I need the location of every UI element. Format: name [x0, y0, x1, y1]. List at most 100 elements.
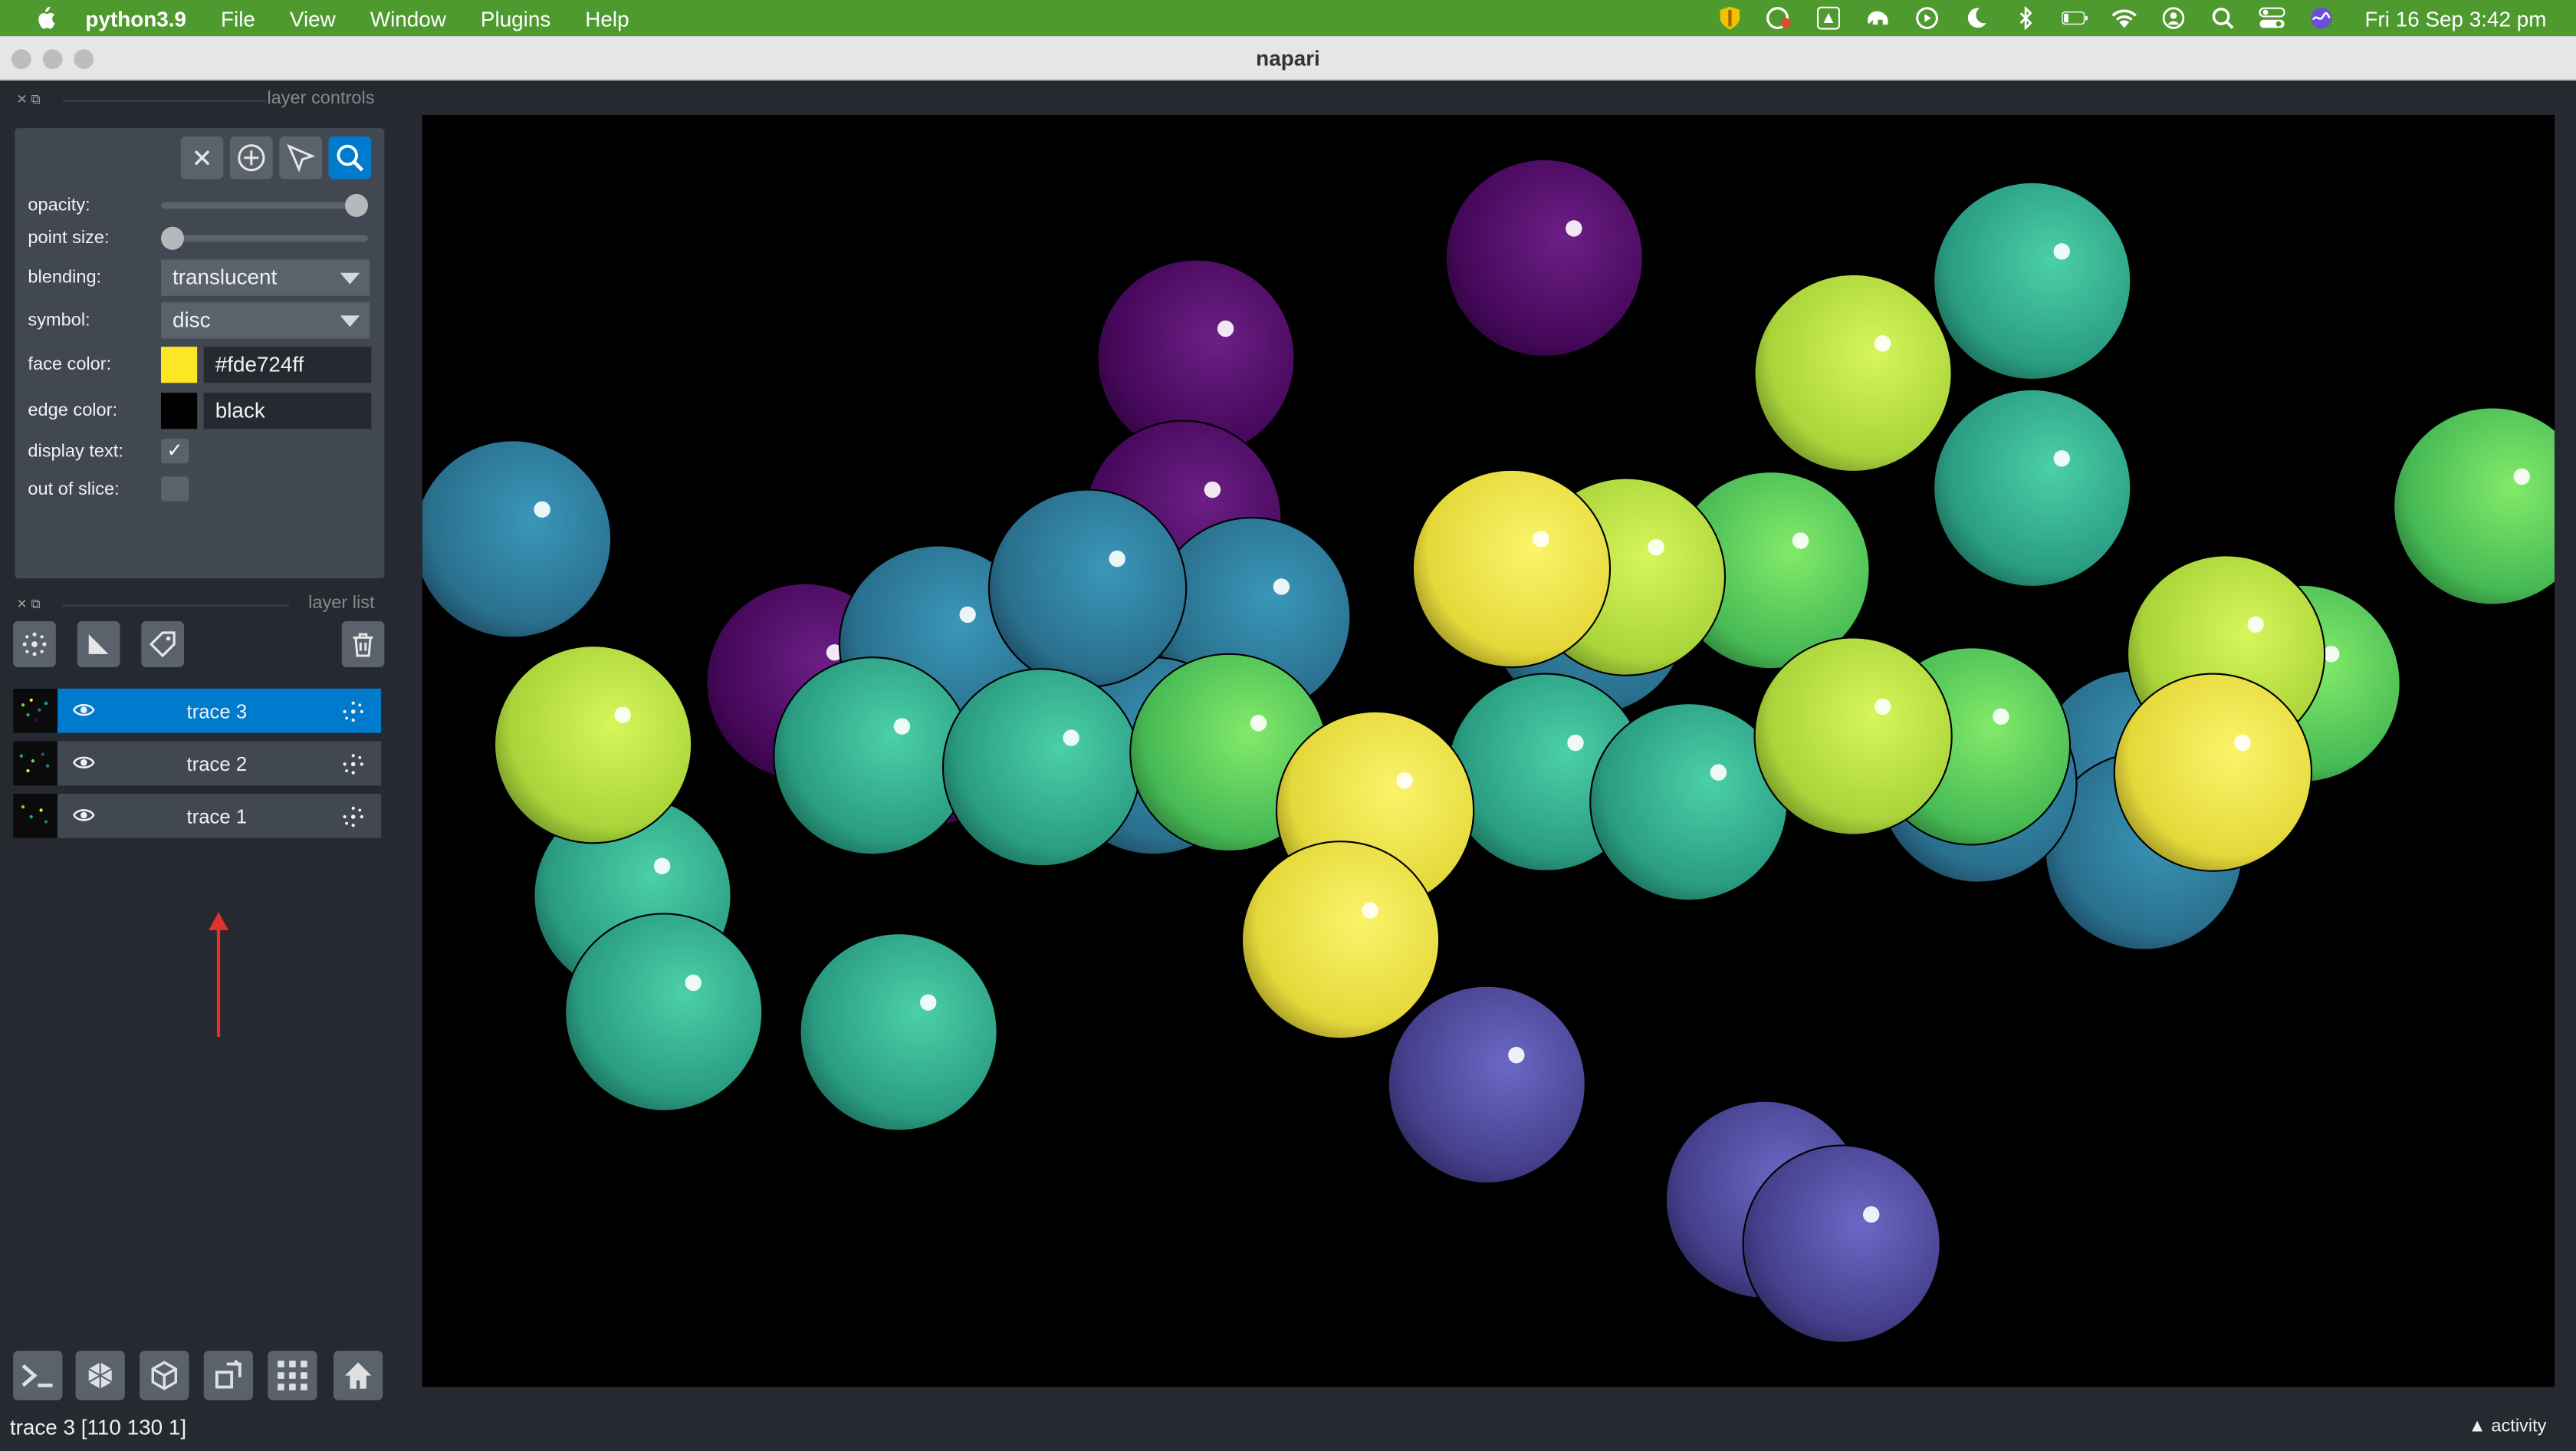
pan-zoom-button[interactable]: [328, 136, 372, 179]
header-divider: [62, 604, 290, 607]
battery-icon[interactable]: [2062, 7, 2088, 30]
menu-plugins[interactable]: Plugins: [481, 6, 550, 31]
roll-dims-button[interactable]: [140, 1351, 189, 1400]
status-bar: trace 3 [110 130 1] ▲ activity: [0, 1407, 2576, 1451]
grid-icon: [278, 1361, 307, 1390]
symbol-dropdown[interactable]: disc: [161, 302, 370, 339]
dock-float-icon[interactable]: ✕ ⧉: [16, 92, 40, 108]
blending-label: blending:: [28, 268, 102, 288]
new-shapes-layer-button[interactable]: [77, 621, 120, 667]
new-points-layer-button[interactable]: [13, 621, 56, 667]
edge-color-swatch[interactable]: [161, 393, 198, 429]
cube-wire-icon: [88, 1362, 113, 1389]
ndisplay-button[interactable]: [75, 1351, 125, 1400]
user-icon[interactable]: [2161, 7, 2187, 30]
layer-row-trace-3[interactable]: trace 3: [13, 688, 382, 733]
new-labels-layer-button[interactable]: [141, 621, 184, 667]
layer-name[interactable]: trace 3: [112, 700, 322, 723]
point-size-slider-handle[interactable]: [161, 226, 184, 250]
siri-icon[interactable]: [2309, 7, 2335, 30]
point-sphere: [564, 913, 764, 1112]
point-sphere: [1933, 181, 2132, 381]
shapes-icon: [88, 634, 109, 654]
apple-icon[interactable]: [33, 6, 56, 30]
out-of-slice-label: out of slice:: [28, 479, 120, 500]
blending-dropdown[interactable]: translucent: [161, 259, 370, 296]
face-color-input[interactable]: #fde724ff: [203, 347, 372, 383]
delete-selected-button[interactable]: [180, 136, 224, 179]
points-icon: [22, 632, 47, 656]
layer-row-trace-2[interactable]: trace 2: [13, 741, 382, 786]
bluetooth-icon[interactable]: [2013, 6, 2039, 30]
shield-icon[interactable]: [1717, 6, 1743, 30]
add-point-icon: [238, 144, 265, 172]
points-render: [422, 158, 2555, 1344]
viewer-canvas[interactable]: [422, 115, 2555, 1387]
edge-color-label: edge color:: [28, 400, 118, 421]
point-sphere: [422, 439, 613, 639]
home-icon: [345, 1362, 372, 1389]
viewer-buttons: [13, 1351, 384, 1400]
point-sphere: [2113, 673, 2313, 872]
point-sphere: [987, 489, 1188, 688]
status-icon[interactable]: [1767, 7, 1793, 30]
grid-button[interactable]: [268, 1351, 317, 1400]
home-button[interactable]: [334, 1351, 383, 1400]
layer-list-header: ✕ ⧉ layer list: [13, 594, 384, 617]
transpose-button[interactable]: [203, 1351, 253, 1400]
point-sphere: [2393, 406, 2555, 606]
edge-color-input[interactable]: black: [203, 393, 372, 429]
out-of-slice-checkbox[interactable]: [161, 476, 189, 502]
menu-view[interactable]: View: [290, 6, 336, 31]
point-sphere: [1240, 841, 1441, 1040]
eye-icon[interactable]: [72, 752, 95, 772]
layer-name[interactable]: trace 2: [112, 752, 322, 775]
face-color-swatch[interactable]: [161, 347, 198, 383]
point-sphere: [1387, 985, 1586, 1184]
display-text-checkbox[interactable]: ✓: [161, 439, 189, 464]
layer-controls-header: ✕ ⧉ layer controls: [13, 89, 384, 112]
menu-window[interactable]: Window: [370, 6, 446, 31]
layer-thumbnail: [13, 688, 58, 733]
layer-list-title: layer list: [308, 593, 375, 614]
cube-icon: [151, 1361, 177, 1390]
layer-controls-panel: opacity: point size: blending: transluce…: [15, 128, 385, 579]
wifi-icon[interactable]: [2112, 7, 2138, 30]
menu-app[interactable]: python3.9: [85, 6, 186, 31]
blending-value: translucent: [172, 265, 278, 290]
elephant-icon[interactable]: [1865, 7, 1891, 30]
drive-icon[interactable]: [1816, 6, 1842, 30]
search-icon[interactable]: [2210, 7, 2236, 30]
menu-help[interactable]: Help: [585, 6, 629, 31]
console-button[interactable]: [13, 1351, 63, 1400]
eye-icon[interactable]: [72, 700, 95, 720]
clock[interactable]: Fri 16 Sep 3:42 pm: [2365, 6, 2547, 31]
window-titlebar: napari: [0, 36, 2576, 81]
moon-icon[interactable]: [1964, 7, 1990, 30]
control-center-icon[interactable]: [2259, 7, 2286, 30]
menu-file[interactable]: File: [221, 6, 255, 31]
point-sphere: [1753, 637, 1953, 836]
opacity-slider[interactable]: [161, 193, 368, 217]
points-icon: [343, 701, 363, 722]
layer-row-trace-1[interactable]: trace 1: [13, 794, 382, 838]
layer-buttons: [13, 621, 385, 670]
layer-name[interactable]: trace 1: [112, 805, 322, 828]
rotate-icon: [215, 1359, 242, 1389]
chevron-down-icon: [340, 272, 360, 285]
opacity-slider-handle[interactable]: [345, 193, 368, 217]
point-sphere: [941, 668, 1142, 867]
select-points-button[interactable]: [279, 136, 322, 179]
point-size-slider[interactable]: [161, 226, 368, 250]
play-icon[interactable]: [1914, 7, 1940, 30]
delete-layer-button[interactable]: [341, 621, 385, 667]
point-sphere: [493, 645, 693, 844]
activity-button[interactable]: ▲ activity: [2468, 1416, 2546, 1436]
header-divider: [62, 100, 267, 102]
eye-icon[interactable]: [72, 805, 95, 825]
add-points-button[interactable]: [230, 136, 273, 179]
close-icon: [194, 150, 210, 166]
dock-float-icon[interactable]: ✕ ⧉: [16, 597, 40, 613]
menu-bar: python3.9 File View Window Plugins Help …: [0, 0, 2576, 37]
status-text: trace 3 [110 130 1]: [9, 1415, 187, 1440]
